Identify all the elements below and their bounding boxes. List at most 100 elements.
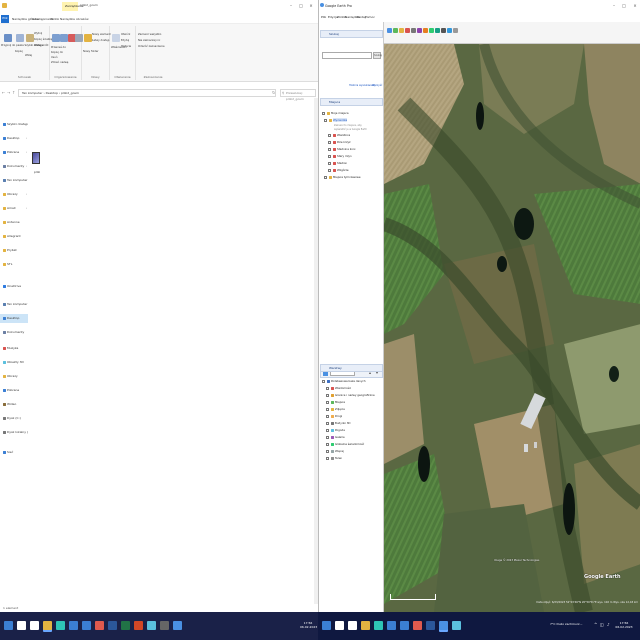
edit-button[interactable]: Edytuj	[121, 39, 129, 43]
layer-item[interactable]: Galerie	[322, 434, 382, 441]
word-icon[interactable]	[108, 621, 117, 630]
search-input[interactable]	[322, 52, 372, 59]
nav-item[interactable]: OneDrive	[0, 282, 28, 291]
checkbox-icon[interactable]	[328, 168, 331, 172]
chevron-up-icon[interactable]: ^	[594, 622, 597, 627]
volume-icon[interactable]: ♪	[607, 622, 610, 627]
ribbon-tab-image-tools[interactable]: Narzędzia obrazów	[60, 16, 89, 22]
nav-item[interactable]: Antenne	[0, 218, 28, 227]
close-button[interactable]: ×	[306, 2, 316, 10]
properties-icon[interactable]	[112, 34, 120, 42]
breadcrumb-desktop[interactable]: Desktop	[46, 91, 58, 95]
places-panel-header[interactable]: Miejsca	[320, 98, 383, 106]
windows-start-icon[interactable]	[322, 621, 331, 630]
places-item[interactable]: Stadion	[322, 160, 382, 167]
edge-icon[interactable]	[374, 621, 383, 630]
network-icon[interactable]: ◫	[600, 622, 604, 627]
layer-item[interactable]: Teren	[322, 455, 382, 462]
nav-item[interactable]: Dysk (C:)	[0, 414, 28, 423]
nav-item[interactable]: Dokumenty	[0, 328, 28, 337]
nav-item[interactable]: Wideo	[0, 400, 28, 409]
task-view-icon[interactable]	[348, 621, 357, 630]
sun-icon[interactable]	[429, 28, 434, 33]
path-icon[interactable]	[405, 28, 410, 33]
rename-button[interactable]: Zmień nazwę	[51, 61, 68, 65]
checkbox-icon[interactable]	[328, 133, 331, 137]
move-to-button[interactable]: Przenieś do	[51, 46, 66, 50]
layer-item[interactable]: Wiadomości	[322, 385, 382, 392]
layer-item[interactable]: Budynki 3D	[322, 420, 382, 427]
ruler-icon[interactable]	[441, 28, 446, 33]
email-icon[interactable]	[447, 28, 452, 33]
tour-icon[interactable]	[417, 28, 422, 33]
nav-item[interactable]: Obrazy	[0, 372, 28, 381]
copy-to-button[interactable]: Kopiuj do	[51, 51, 63, 55]
nav-item[interactable]: STL	[0, 260, 28, 269]
nav-item[interactable]: Allegrant	[0, 232, 28, 241]
explorer-icon[interactable]	[43, 621, 52, 630]
powerpoint-icon[interactable]	[134, 621, 143, 630]
checkbox-icon[interactable]	[322, 111, 325, 115]
search-button[interactable]: Szukaj	[373, 52, 382, 59]
planets-icon[interactable]	[435, 28, 440, 33]
new-item-button[interactable]: Nowy element	[92, 33, 111, 37]
layer-item[interactable]: Zdjęcia	[322, 406, 382, 413]
paste-icon[interactable]	[26, 34, 34, 42]
places-item[interactable]: Pole krzyż	[322, 139, 382, 146]
places-item[interactable]: Wzgórze	[322, 167, 382, 174]
edge-icon[interactable]	[56, 621, 65, 630]
mail-icon[interactable]	[400, 621, 409, 630]
nav-item[interactable]: Desktop ›	[0, 134, 28, 143]
checkbox-icon[interactable]	[326, 435, 329, 439]
clock[interactable]: 17:56 06.02.2023	[300, 621, 317, 629]
satellite-imagery[interactable]	[384, 44, 640, 612]
nav-item[interactable]: Desktop	[0, 314, 28, 323]
checkbox-icon[interactable]	[326, 428, 329, 432]
places-item[interactable]: Moje miejsca	[322, 110, 382, 117]
historical-imagery-icon[interactable]	[423, 28, 428, 33]
checkbox-icon[interactable]	[326, 400, 329, 404]
search-icon[interactable]	[335, 621, 344, 630]
checkbox-icon[interactable]	[328, 140, 331, 144]
checkbox-icon[interactable]	[324, 175, 327, 179]
checkbox-icon[interactable]	[326, 456, 329, 460]
address-bar[interactable]: Ten komputer › Desktop › pliki2_gosm	[18, 89, 276, 97]
placemark-icon[interactable]	[393, 28, 398, 33]
nav-item[interactable]: Dysk lokalny (D:)	[0, 428, 28, 437]
copy-button[interactable]: Kopiuj	[15, 50, 23, 54]
select-none-button[interactable]: Nie zaznaczaj nic	[138, 39, 160, 43]
nav-item[interactable]: Szybki dostęp	[0, 120, 28, 129]
layer-item[interactable]: Granice i nazwy geograficzne	[322, 392, 382, 399]
delete-button[interactable]: Usuń	[51, 56, 58, 60]
clock[interactable]: 17:56 06.02.2023	[614, 621, 634, 629]
word-icon[interactable]	[426, 621, 435, 630]
print-icon[interactable]	[453, 28, 458, 33]
windows-start-icon[interactable]	[4, 621, 13, 630]
nav-item[interactable]: Pobrane	[0, 386, 28, 395]
copy-to-icon[interactable]	[60, 34, 68, 42]
back-arrow-icon[interactable]: ←	[2, 90, 5, 95]
ribbon-tab-view[interactable]: Widok	[50, 16, 59, 22]
sidebar-toggle-icon[interactable]	[387, 28, 392, 33]
forward-arrow-icon[interactable]: →	[7, 90, 10, 95]
nav-item[interactable]: Ten komputer ›	[0, 176, 28, 185]
overlay-icon[interactable]	[411, 28, 416, 33]
history-button[interactable]: Historia	[121, 45, 131, 49]
cut-button[interactable]: Wytnij	[34, 32, 42, 36]
move-to-icon[interactable]	[52, 34, 60, 42]
menu-help[interactable]: Pomoc	[365, 13, 375, 21]
search-icon[interactable]	[17, 621, 26, 630]
layer-item[interactable]: Miejsca	[322, 399, 382, 406]
chrome-icon[interactable]	[413, 621, 422, 630]
layer-item[interactable]: Podstawowa baza danych	[322, 378, 382, 385]
explorer-icon[interactable]	[361, 621, 370, 630]
copy-icon[interactable]	[16, 34, 24, 42]
polygon-icon[interactable]	[399, 28, 404, 33]
google-earth-icon[interactable]	[173, 621, 182, 630]
nav-item[interactable]: Obiekty 3D	[0, 358, 28, 367]
maximize-button[interactable]: □	[296, 2, 306, 10]
checkbox-icon[interactable]	[322, 379, 325, 383]
store-icon[interactable]	[69, 621, 78, 630]
layers-panel-header[interactable]: Warstwy	[320, 364, 383, 372]
refresh-icon[interactable]: ↻	[272, 90, 275, 95]
